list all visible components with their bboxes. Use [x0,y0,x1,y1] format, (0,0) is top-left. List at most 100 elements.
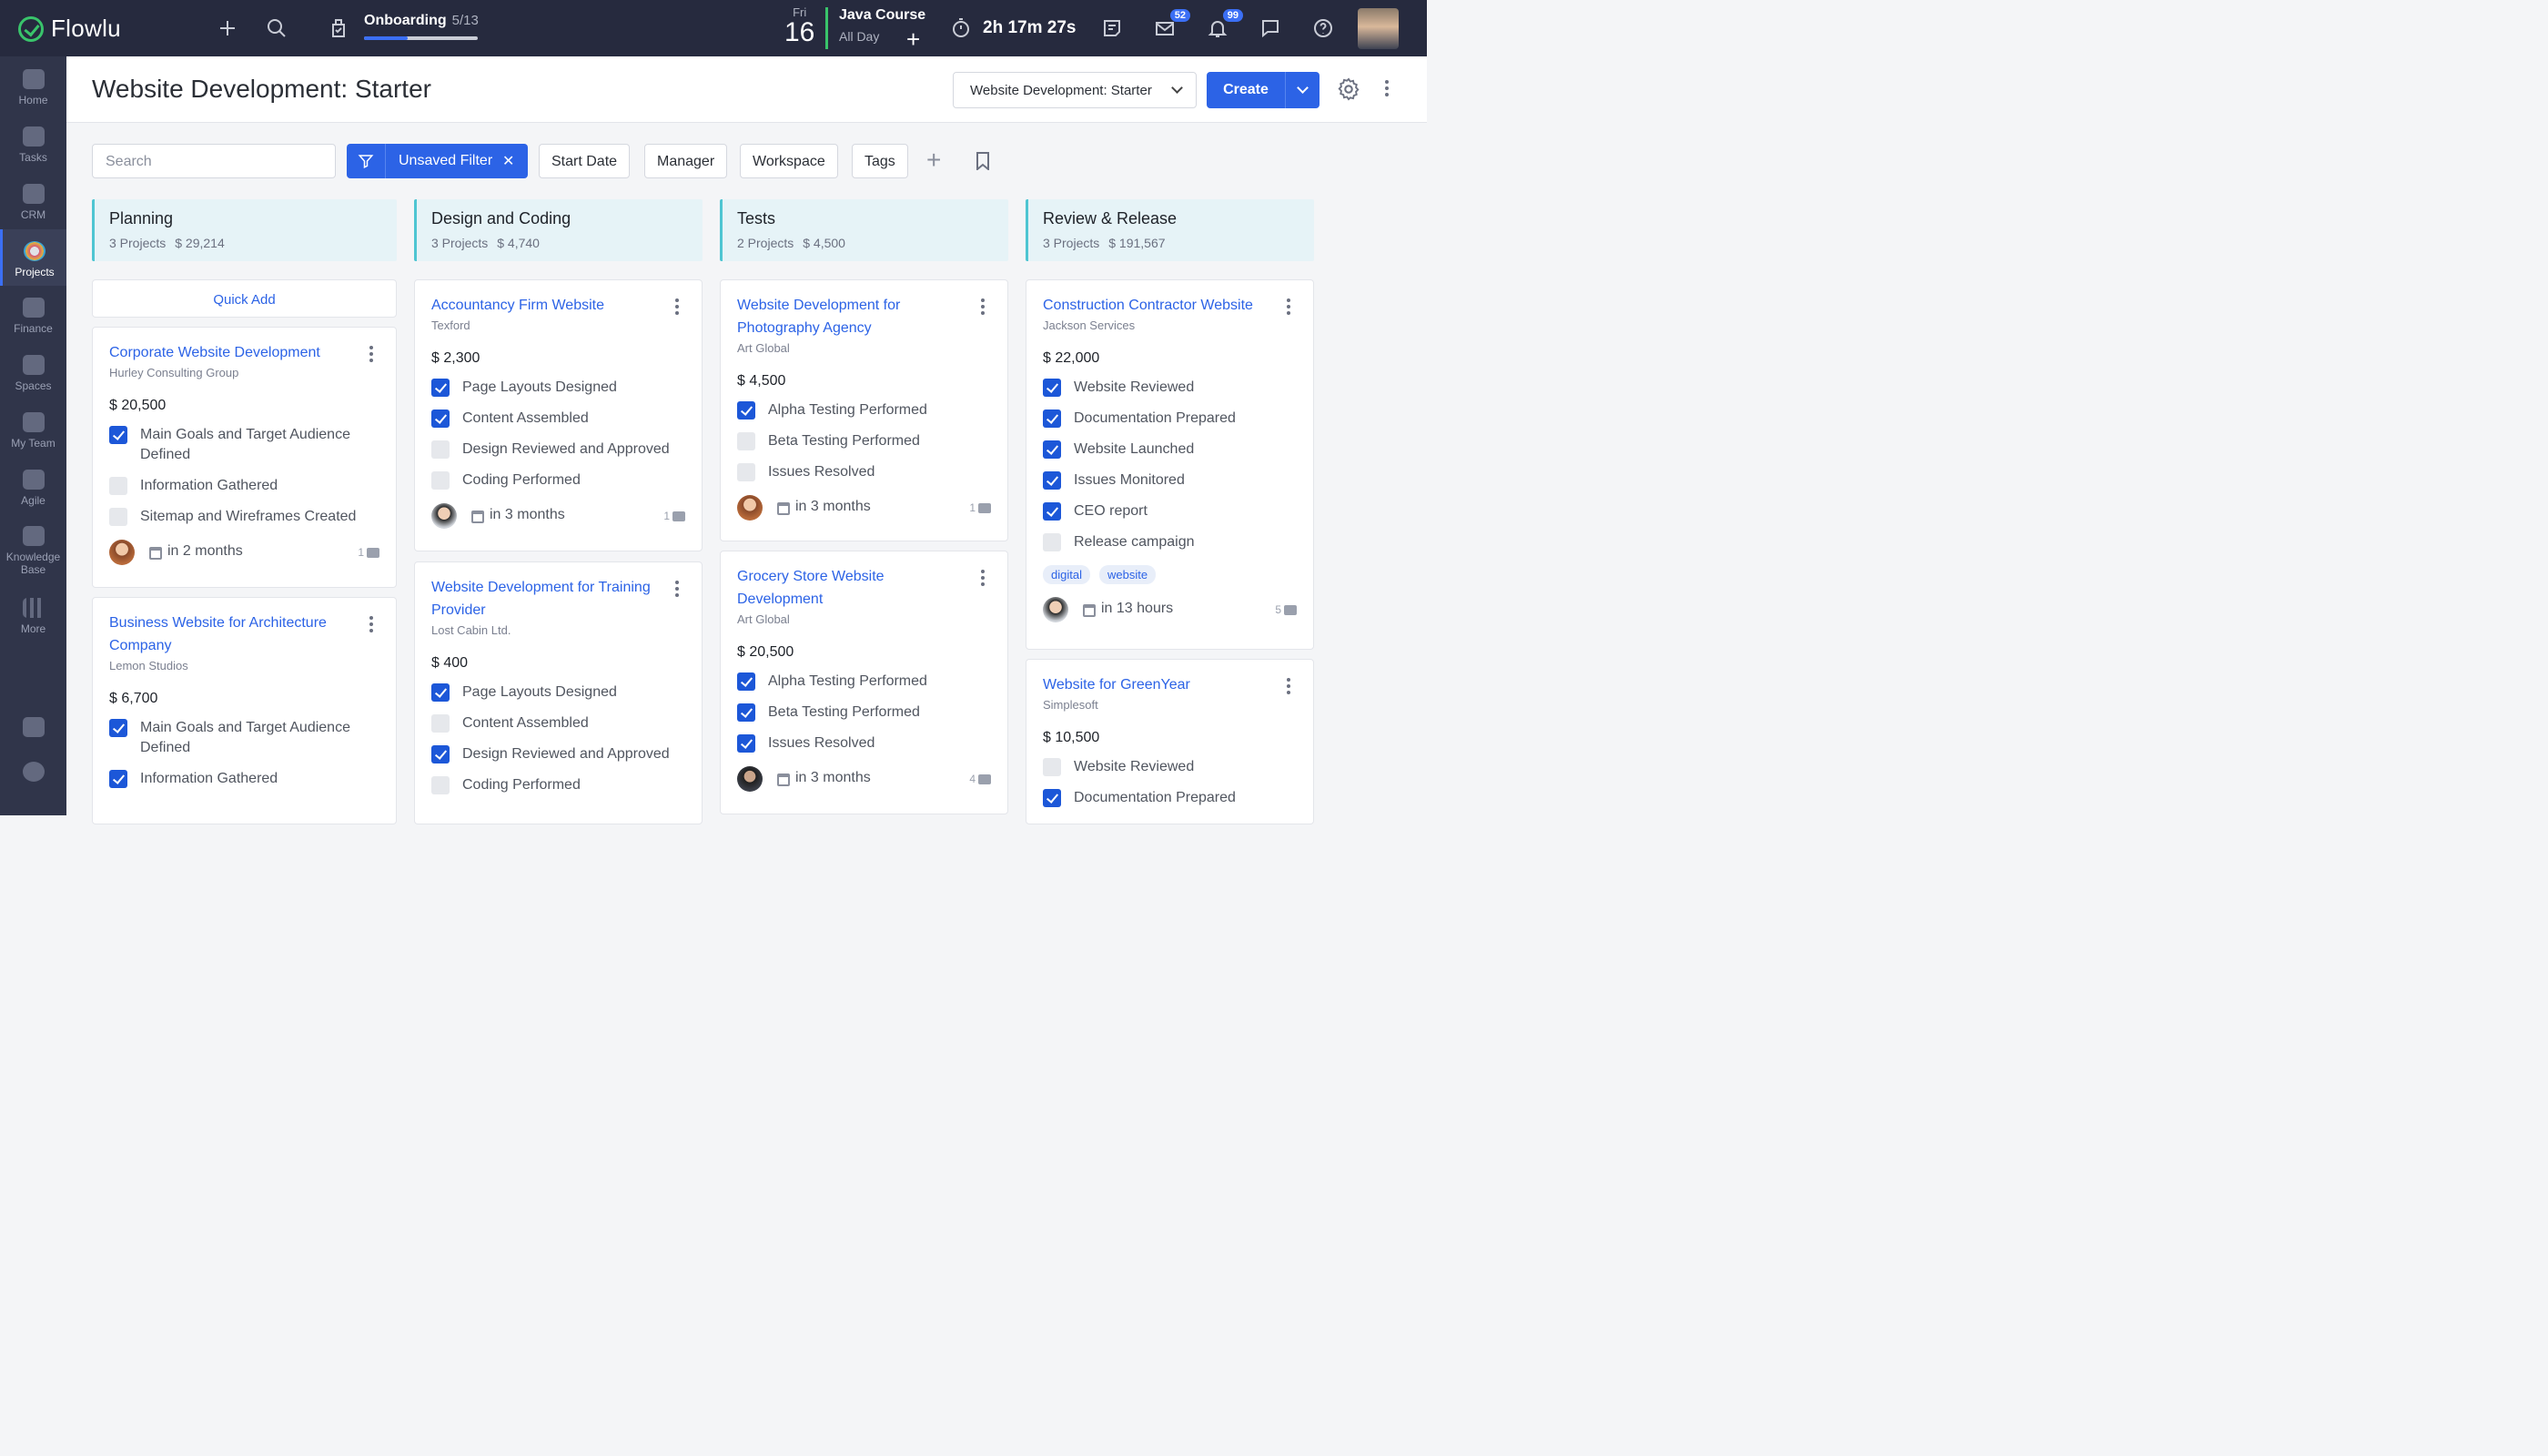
onboarding-progress[interactable]: Onboarding 5/13 [364,13,479,40]
sidebar-item-home[interactable]: Home [0,69,66,115]
sidebar-item-knowledge-base[interactable]: Knowledge Base [0,526,66,582]
card-menu-icon[interactable] [674,298,680,318]
task-checkbox[interactable] [109,508,127,526]
sidebar-item-agile[interactable]: Agile [0,470,66,515]
project-title[interactable]: Business Website for Architecture Compan… [109,612,379,657]
sidebar-item-my-team[interactable]: My Team [0,412,66,458]
project-card[interactable]: Grocery Store Website Development Art Gl… [720,551,1008,814]
task-checkbox[interactable] [1043,410,1061,428]
task-checkbox[interactable] [431,683,450,702]
sidebar-item-more[interactable]: More [0,598,66,643]
task-checkbox[interactable] [1043,440,1061,459]
sidebar-item-tasks[interactable]: Tasks [0,126,66,172]
app-logo[interactable]: Flowlu [18,15,121,43]
quick-add-button[interactable]: Quick Add [92,279,397,318]
task-checkbox[interactable] [431,379,450,397]
search-input[interactable]: Search [92,144,336,178]
project-title[interactable]: Grocery Store Website Development [737,565,991,611]
help-icon[interactable] [1310,15,1336,41]
close-icon[interactable]: ✕ [502,152,514,170]
assignee-avatar[interactable] [737,495,763,521]
bookmark-icon[interactable] [976,152,990,170]
sidebar-item-finance[interactable]: Finance [0,298,66,343]
add-event-icon[interactable]: + [906,27,920,51]
task-checkbox[interactable] [1043,789,1061,807]
filter-chip-workspace[interactable]: Workspace [740,144,838,178]
task-checkbox[interactable] [1043,533,1061,551]
project-card[interactable]: Construction Contractor Website Jackson … [1026,279,1314,650]
onboarding-icon[interactable] [326,15,351,41]
search-icon[interactable] [264,15,289,41]
card-menu-icon[interactable] [369,346,374,365]
filter-chip-manager[interactable]: Manager [644,144,728,178]
task-checkbox[interactable] [1043,471,1061,490]
task-checkbox[interactable] [431,714,450,733]
unsaved-filter-button[interactable]: Unsaved Filter ✕ [347,144,528,178]
timer-value[interactable]: 2h 17m 27s [983,18,1076,38]
project-card[interactable]: Corporate Website Development Hurley Con… [92,327,397,588]
project-title[interactable]: Corporate Website Development [109,341,379,364]
task-checkbox[interactable] [109,426,127,444]
sidebar-item-crm[interactable]: CRM [0,184,66,229]
assignee-avatar[interactable] [737,766,763,792]
workspace-select[interactable]: Website Development: Starter [953,72,1197,108]
comments-count[interactable]: 1 [969,501,991,514]
add-icon[interactable] [215,15,240,41]
task-checkbox[interactable] [737,703,755,722]
card-menu-icon[interactable] [980,298,986,318]
task-checkbox[interactable] [431,471,450,490]
mail-icon[interactable]: 52 [1152,9,1190,41]
task-checkbox[interactable] [737,432,755,450]
chat-icon[interactable] [1258,15,1283,41]
project-card[interactable]: Accountancy Firm Website Texford $ 2,300… [414,279,703,551]
project-card[interactable]: Website Development for Photography Agen… [720,279,1008,541]
task-checkbox[interactable] [737,734,755,753]
card-menu-icon[interactable] [674,581,680,600]
task-checkbox[interactable] [1043,502,1061,521]
card-menu-icon[interactable] [980,570,986,589]
card-menu-icon[interactable] [369,616,374,635]
stopwatch-icon[interactable] [948,15,974,41]
task-checkbox[interactable] [737,401,755,420]
assignee-avatar[interactable] [431,503,457,529]
card-menu-icon[interactable] [1286,298,1291,318]
project-title[interactable]: Website Development for Training Provide… [431,576,685,622]
project-title[interactable]: Construction Contractor Website [1043,294,1297,317]
tag-badge[interactable]: website [1098,565,1157,584]
task-checkbox[interactable] [737,672,755,691]
comments-count[interactable]: 1 [358,546,379,559]
task-checkbox[interactable] [1043,758,1061,776]
project-title[interactable]: Accountancy Firm Website [431,294,685,317]
tag-badge[interactable]: digital [1043,565,1090,584]
comments-count[interactable]: 5 [1275,603,1297,616]
task-checkbox[interactable] [431,410,450,428]
project-title[interactable]: Website Development for Photography Agen… [737,294,991,339]
gear-icon[interactable] [1336,76,1361,102]
create-dropdown-button[interactable] [1285,72,1320,108]
task-checkbox[interactable] [431,440,450,459]
bell-icon[interactable]: 99 [1205,9,1243,41]
sidebar-settings[interactable] [0,762,66,787]
project-title[interactable]: Website for GreenYear [1043,673,1297,696]
project-card[interactable]: Website Development for Training Provide… [414,561,703,824]
task-checkbox[interactable] [431,776,450,794]
project-card[interactable]: Website for GreenYear Simplesoft $ 10,50… [1026,659,1314,824]
add-filter-icon[interactable]: + [926,147,941,173]
task-checkbox[interactable] [109,719,127,737]
create-button[interactable]: Create [1207,72,1285,108]
filter-chip-tags[interactable]: Tags [852,144,908,178]
task-checkbox[interactable] [1043,379,1061,397]
assignee-avatar[interactable] [109,540,135,565]
project-card[interactable]: Business Website for Architecture Compan… [92,597,397,824]
task-checkbox[interactable] [431,745,450,763]
filter-chip-start-date[interactable]: Start Date [539,144,631,178]
user-avatar[interactable] [1358,8,1399,49]
sidebar-item-projects[interactable]: Projects [0,229,66,286]
sidebar-marketplace[interactable] [0,717,66,743]
more-options-icon[interactable] [1384,80,1390,99]
assignee-avatar[interactable] [1043,597,1068,622]
comments-count[interactable]: 4 [969,773,991,785]
comments-count[interactable]: 1 [663,510,685,522]
sidebar-item-spaces[interactable]: Spaces [0,355,66,400]
notes-icon[interactable] [1099,15,1125,41]
